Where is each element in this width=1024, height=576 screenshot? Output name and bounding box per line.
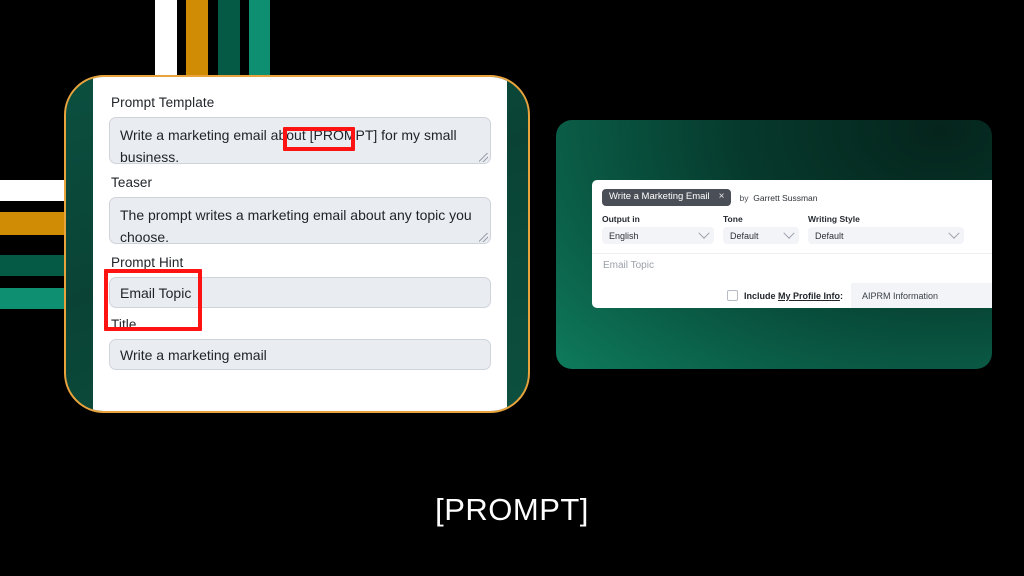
teaser-textarea[interactable]: The prompt writes a marketing email abou… bbox=[109, 197, 491, 245]
tone-select[interactable]: Default bbox=[723, 227, 799, 244]
prompt-form-card: Prompt Template Write a marketing email … bbox=[64, 75, 530, 413]
chevron-down-icon bbox=[783, 227, 795, 239]
prompt-author: by Garrett Sussman bbox=[740, 193, 818, 203]
aiprm-footer: Include My Profile Info: AIPRM Informati… bbox=[592, 283, 992, 308]
aiprm-panel: Write a Marketing Email × by Garrett Sus… bbox=[592, 180, 992, 308]
page-caption: [PROMPT] bbox=[435, 492, 589, 527]
output-in-select[interactable]: English bbox=[602, 227, 714, 244]
orange-stripe bbox=[186, 0, 208, 80]
white-stripe bbox=[155, 0, 177, 80]
prompt-template-line-2: business. bbox=[120, 148, 180, 165]
chevron-down-icon bbox=[698, 227, 710, 239]
include-profile-colon: : bbox=[840, 290, 843, 301]
teaser-line-2: choose. bbox=[120, 228, 170, 245]
dark-teal-stripe bbox=[218, 0, 240, 80]
include-profile-label: Include My Profile Info: bbox=[744, 291, 843, 301]
output-in-value: English bbox=[609, 230, 639, 241]
output-in-group: Output in English bbox=[602, 214, 714, 244]
author-name: Garrett Sussman bbox=[753, 192, 818, 203]
teaser-line-1: The prompt writes a marketing email abou… bbox=[120, 207, 472, 223]
title-input[interactable]: Write a marketing email bbox=[109, 339, 491, 370]
author-prefix: by bbox=[739, 192, 749, 203]
prompt-token-highlight bbox=[283, 127, 355, 151]
teaser-label: Teaser bbox=[111, 175, 153, 190]
writing-style-group: Writing Style Default bbox=[808, 214, 964, 244]
chevron-down-icon bbox=[948, 227, 960, 239]
output-in-label: Output in bbox=[602, 214, 640, 224]
active-prompt-chip[interactable]: Write a Marketing Email × bbox=[602, 189, 731, 206]
prompt-hint-label: Prompt Hint bbox=[111, 255, 184, 270]
writing-style-value: Default bbox=[815, 230, 844, 241]
teal-stripe bbox=[249, 0, 270, 80]
aiprm-select-row: Output in English Tone Default Writing S… bbox=[602, 214, 982, 244]
close-icon[interactable]: × bbox=[719, 192, 725, 202]
tone-value: Default bbox=[730, 230, 759, 241]
writing-style-select[interactable]: Default bbox=[808, 227, 964, 244]
prompt-template-label: Prompt Template bbox=[111, 95, 215, 110]
include-profile-checkbox[interactable] bbox=[726, 290, 738, 301]
active-prompt-chip-label: Write a Marketing Email bbox=[609, 191, 710, 203]
aiprm-information-field[interactable]: AIPRM Information bbox=[851, 283, 992, 308]
resize-grip-icon[interactable] bbox=[479, 153, 488, 162]
aiprm-header-row: Write a Marketing Email × by Garrett Sus… bbox=[602, 189, 982, 206]
tone-label: Tone bbox=[723, 214, 743, 224]
my-profile-info-link[interactable]: My Profile Info bbox=[778, 291, 840, 301]
email-topic-input[interactable]: Email Topic bbox=[592, 254, 992, 271]
writing-style-label: Writing Style bbox=[808, 214, 860, 224]
resize-grip-icon[interactable] bbox=[479, 233, 488, 242]
tone-group: Tone Default bbox=[723, 214, 799, 244]
include-profile-text: Include bbox=[743, 290, 778, 301]
prompt-hint-highlight bbox=[104, 269, 202, 331]
screenshot-root: Prompt Template Write a marketing email … bbox=[0, 0, 1024, 576]
